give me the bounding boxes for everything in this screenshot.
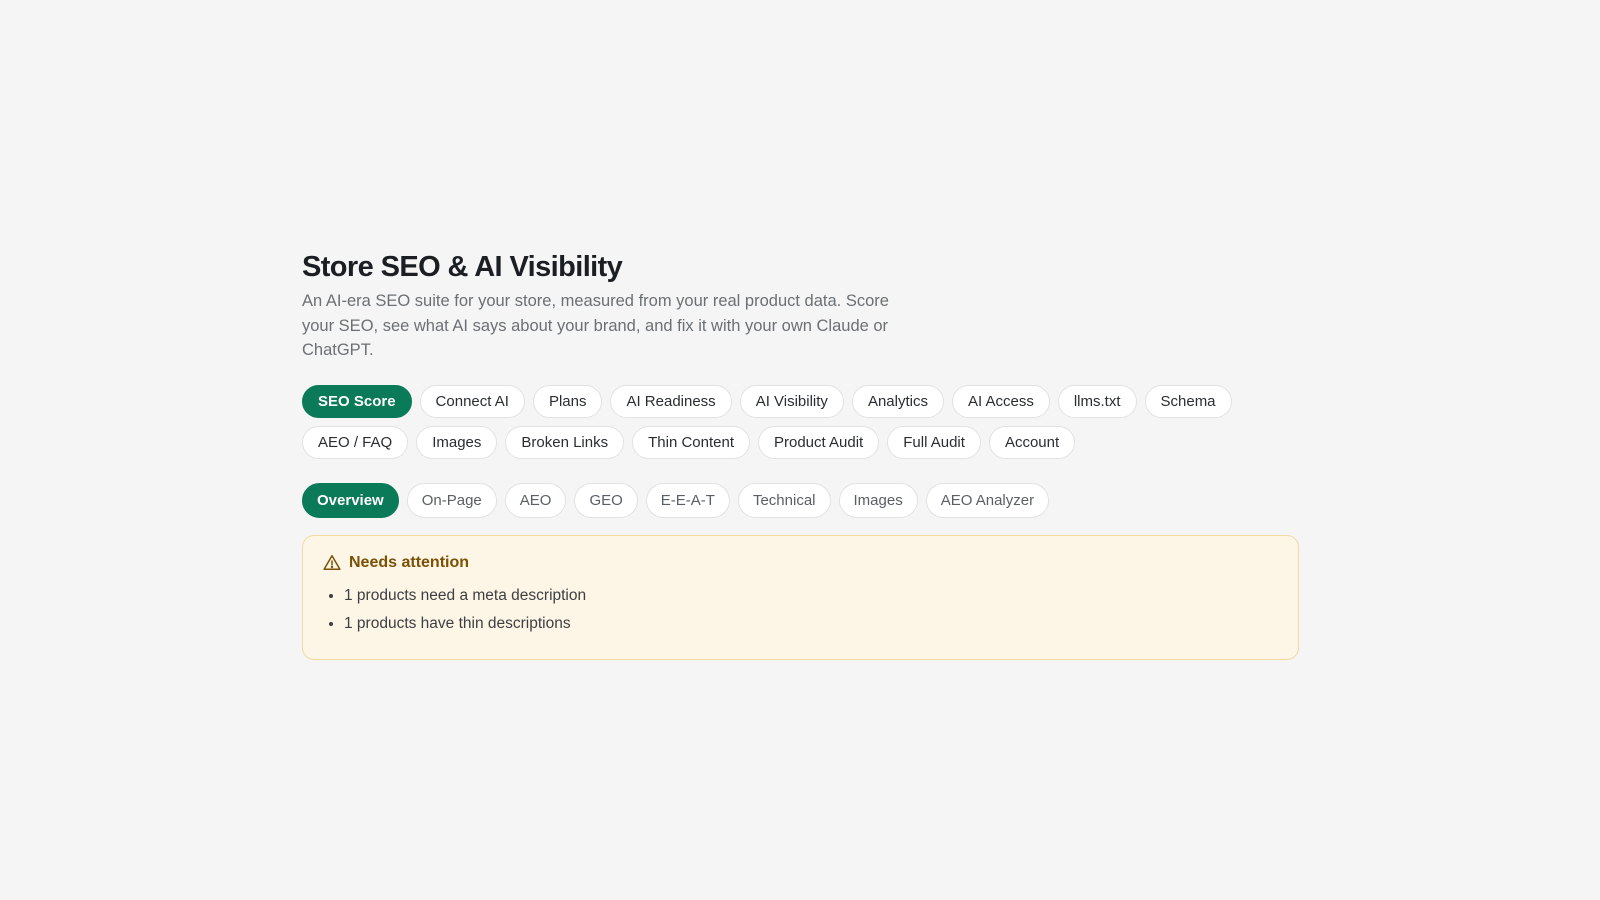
tab-full-audit[interactable]: Full Audit: [887, 425, 981, 459]
tab-ai-readiness[interactable]: AI Readiness: [610, 384, 732, 418]
tab-thin-content[interactable]: Thin Content: [632, 425, 750, 459]
subtab-aeo-analyzer[interactable]: AEO Analyzer: [925, 482, 1050, 518]
tab-connect-ai[interactable]: Connect AI: [419, 384, 525, 418]
seo-page: Store SEO & AI Visibility An AI-era SEO …: [302, 247, 1300, 660]
main-tabs: SEO Score Connect AI Plans AI Readiness …: [302, 384, 1232, 459]
alert-title: Needs attention: [349, 553, 470, 571]
page-title: Store SEO & AI Visibility: [302, 251, 623, 283]
tab-aeo-faq[interactable]: AEO / FAQ: [302, 425, 409, 459]
tab-ai-visibility[interactable]: AI Visibility: [739, 384, 844, 418]
tab-llms-txt[interactable]: llms.txt: [1057, 384, 1137, 418]
needs-attention-alert: Needs attention 1 products need a meta d…: [302, 534, 1299, 660]
alert-list: 1 products need a meta description 1 pro…: [323, 582, 1278, 638]
tab-plans[interactable]: Plans: [532, 384, 603, 418]
tab-images[interactable]: Images: [416, 425, 498, 459]
page-subtitle: An AI-era SEO suite for your store, meas…: [302, 292, 889, 359]
tab-account[interactable]: Account: [988, 425, 1076, 459]
subtab-on-page[interactable]: On-Page: [406, 482, 497, 518]
subtab-e-e-a-t[interactable]: E-E-A-T: [645, 482, 730, 518]
subtab-geo[interactable]: GEO: [574, 482, 638, 518]
sub-tabs: Overview On-Page AEO GEO E-E-A-T Technic…: [302, 482, 1300, 518]
subtab-aeo[interactable]: AEO: [504, 482, 567, 518]
list-item: 1 products need a meta description: [344, 582, 1278, 610]
warning-triangle-icon: [323, 554, 341, 571]
subtab-images[interactable]: Images: [838, 482, 918, 518]
tab-analytics[interactable]: Analytics: [851, 384, 944, 418]
tab-product-audit[interactable]: Product Audit: [758, 425, 880, 459]
subtab-overview[interactable]: Overview: [302, 482, 399, 518]
tab-seo-score[interactable]: SEO Score: [302, 384, 412, 418]
alert-header: Needs attention: [323, 554, 1278, 572]
subtab-technical[interactable]: Technical: [737, 482, 831, 518]
list-item: 1 products have thin descriptions: [344, 610, 1278, 638]
tab-ai-access[interactable]: AI Access: [951, 384, 1050, 418]
tab-broken-links[interactable]: Broken Links: [505, 425, 625, 459]
tab-schema[interactable]: Schema: [1144, 384, 1232, 418]
